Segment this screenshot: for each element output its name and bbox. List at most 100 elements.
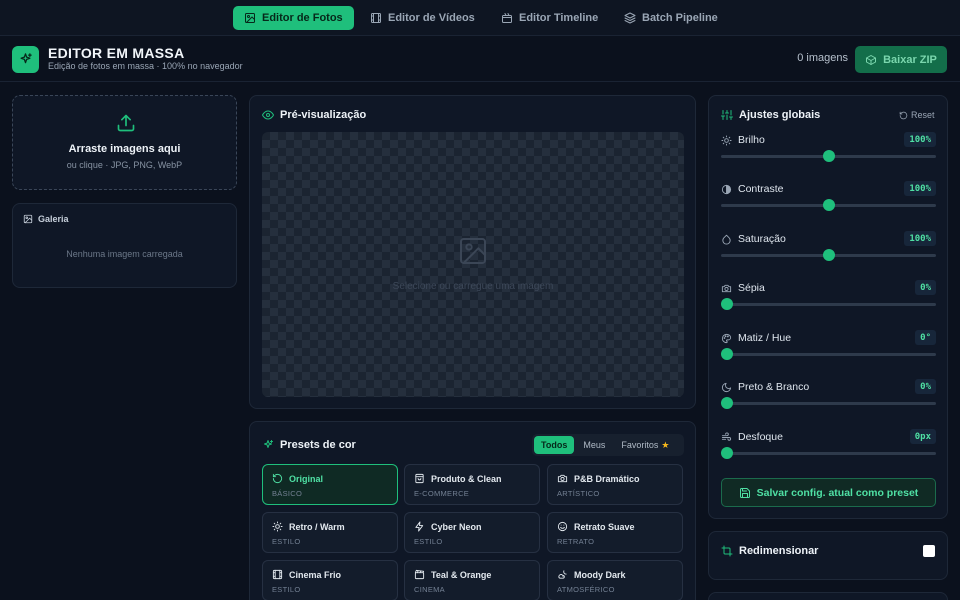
cloud-moon-icon xyxy=(558,570,567,579)
slider-value: 0px xyxy=(909,429,936,444)
preset-label: Cyber Neon xyxy=(431,521,482,532)
slider-name: Saturação xyxy=(738,233,786,245)
preset-label: Cinema Frio xyxy=(289,569,342,580)
preview-canvas[interactable]: Selecione ou carregue uma imagem xyxy=(262,132,684,397)
slider-thumb[interactable] xyxy=(721,348,733,360)
crop-icon xyxy=(721,545,733,557)
slider-thumb[interactable] xyxy=(721,397,733,409)
slider-label: Desfoque xyxy=(721,431,783,443)
next-panel xyxy=(708,592,948,600)
filter-favoritos[interactable]: Favoritos ★ xyxy=(614,436,676,454)
shopping-bag-icon xyxy=(415,473,424,484)
preview-header: Pré-visualização xyxy=(262,109,366,121)
sun-icon xyxy=(721,134,732,146)
slider-name: Contraste xyxy=(738,183,784,195)
preset-pb-dramatico[interactable]: P&B Dramático ARTÍSTICO xyxy=(547,464,683,505)
preset-label: Teal & Orange xyxy=(431,569,492,580)
slider-track[interactable] xyxy=(721,402,936,405)
app-header: EDITOR EM MASSA Edição de fotos em massa… xyxy=(0,36,960,82)
sliders-icon xyxy=(721,110,733,120)
resize-toggle-checkbox[interactable] xyxy=(923,545,935,557)
slider-label: Contraste xyxy=(721,183,784,195)
slider-track[interactable] xyxy=(721,452,936,455)
clapper-icon xyxy=(414,569,425,580)
preset-cyber-neon[interactable]: Cyber Neon ESTILO xyxy=(404,512,540,553)
preset-category: RETRATO xyxy=(557,537,595,546)
rotate-ccw-icon xyxy=(272,473,283,484)
slider-value: 0% xyxy=(915,280,936,295)
slider-label: Sépia xyxy=(721,282,765,294)
preset-retrato-suave[interactable]: Retrato Suave RETRATO xyxy=(547,512,683,553)
dropzone-subtitle: ou clique · JPG, PNG, WebP xyxy=(66,160,183,170)
slider-thumb[interactable] xyxy=(822,199,835,211)
tab-label: Editor Timeline xyxy=(519,12,599,24)
dropzone-title: Arraste imagens aqui xyxy=(68,143,181,155)
slider-track[interactable] xyxy=(721,353,936,356)
tab-editor-videos[interactable]: Editor de Vídeos xyxy=(359,6,486,30)
download-zip-button[interactable]: Baixar ZIP xyxy=(855,46,947,73)
preset-category: E-COMMERCE xyxy=(414,489,470,498)
slider-thumb[interactable] xyxy=(822,249,835,261)
save-icon xyxy=(739,487,750,498)
film-icon xyxy=(371,13,381,23)
slider-label: Matiz / Hue xyxy=(721,332,791,344)
image-placeholder-icon xyxy=(457,235,489,267)
preset-cinema-frio[interactable]: Cinema Frio ESTILO xyxy=(262,560,398,600)
preset-produto-clean[interactable]: Produto & Clean E-COMMERCE xyxy=(404,464,540,505)
filter-todos[interactable]: Todos xyxy=(534,436,575,454)
rotate-ccw-icon xyxy=(899,111,908,119)
preset-category: CINEMA xyxy=(414,585,445,594)
preset-name: P&B Dramático xyxy=(557,473,640,484)
slider-thumb[interactable] xyxy=(822,150,835,162)
slider-thumb[interactable] xyxy=(721,298,733,310)
slider-thumb[interactable] xyxy=(721,447,733,459)
preview-title: Pré-visualização xyxy=(280,109,367,121)
sun-icon xyxy=(272,521,283,532)
preset-label: Retrato Suave xyxy=(574,521,635,532)
preset-name: Teal & Orange xyxy=(414,569,491,580)
preset-name: Retrato Suave xyxy=(557,521,635,532)
preset-moody-dark[interactable]: Moody Dark ATMOSFÉRICO xyxy=(547,560,683,600)
image-count: 0 imagens xyxy=(797,52,848,64)
slider-track[interactable] xyxy=(721,303,936,306)
gallery-empty-text: Nenhuma imagem carregada xyxy=(66,249,183,259)
tab-editor-timeline[interactable]: Editor Timeline xyxy=(490,6,609,30)
preset-retro-warm[interactable]: Retro / Warm ESTILO xyxy=(262,512,398,553)
preset-filter: Todos Meus Favoritos ★ xyxy=(532,434,684,456)
presets-title: Presets de cor xyxy=(280,439,356,451)
timeline-icon xyxy=(502,13,512,23)
preset-label: P&B Dramático xyxy=(574,473,640,484)
wind-icon xyxy=(721,431,732,441)
slider-value: 0° xyxy=(915,330,936,345)
save-preset-button[interactable]: Salvar config. atual como preset xyxy=(721,478,936,507)
adjustments-panel: Ajustes globais Reset Brilho 100% Contra… xyxy=(708,95,948,519)
filter-meus[interactable]: Meus xyxy=(576,436,612,454)
resize-panel: Redimensionar xyxy=(708,531,948,580)
zip-button-label: Baixar ZIP xyxy=(883,53,937,66)
palette-icon xyxy=(721,333,732,343)
preset-name: Original xyxy=(272,473,323,484)
preset-category: BÁSICO xyxy=(272,489,303,498)
preset-teal-orange[interactable]: Teal & Orange CINEMA xyxy=(404,560,540,600)
slider-name: Matiz / Hue xyxy=(738,332,792,344)
tab-editor-fotos[interactable]: Editor de Fotos xyxy=(233,6,354,30)
preset-name: Produto & Clean xyxy=(414,473,502,484)
reset-label: Reset xyxy=(911,110,935,120)
gallery-header: Galeria xyxy=(23,214,69,224)
resize-header: Redimensionar xyxy=(721,545,818,557)
filter-label: Todos xyxy=(541,440,568,450)
slider-label: Saturação xyxy=(721,233,786,245)
upload-dropzone[interactable]: Arraste imagens aqui ou clique · JPG, PN… xyxy=(12,95,237,190)
tab-label: Editor de Vídeos xyxy=(388,12,475,24)
image-icon xyxy=(23,214,33,224)
reset-button[interactable]: Reset xyxy=(899,110,935,120)
slider-name: Brilho xyxy=(738,134,765,146)
droplet-icon xyxy=(722,234,731,244)
adjustments-header: Ajustes globais xyxy=(721,109,820,121)
tab-batch-pipeline[interactable]: Batch Pipeline xyxy=(613,6,729,30)
tab-label: Editor de Fotos xyxy=(262,12,343,24)
preset-original[interactable]: Original BÁSICO xyxy=(262,464,398,505)
smile-icon xyxy=(557,521,568,532)
preset-category: ESTILO xyxy=(414,537,443,546)
top-nav: Editor de Fotos Editor de Vídeos Editor … xyxy=(0,0,960,36)
